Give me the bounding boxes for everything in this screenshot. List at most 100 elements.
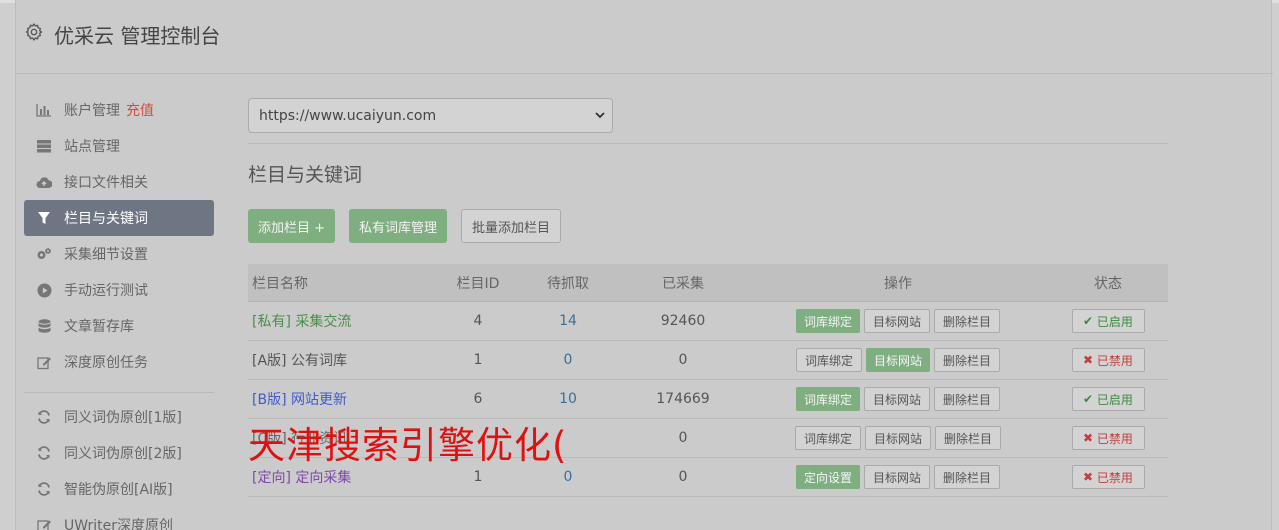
status-toggle[interactable]: ✔ 已启用 [1071, 387, 1145, 411]
header-status: 状态 [1094, 275, 1122, 292]
database-icon [36, 318, 52, 334]
table-row: [私有] 采集交流 4 14 92460 词库绑定 目标网站 删除栏目 ✔ 已启… [248, 302, 1168, 341]
column-tag: [私有] [252, 314, 291, 330]
check-icon: ✔ [1083, 314, 1097, 328]
table-row: [A版] 公有词库 1 0 0 词库绑定 目标网站 删除栏目 ✖ 已禁用 [248, 341, 1168, 380]
pending-count[interactable]: 0 [518, 469, 618, 485]
sidebar-item-collect-settings[interactable]: 采集细节设置 [24, 236, 214, 272]
collected-count: 0 [678, 469, 688, 485]
cogs-icon [36, 246, 52, 262]
column-name-cell[interactable]: [定向] 定向采集 [248, 467, 438, 487]
directed-settings-button[interactable]: 定向设置 [795, 465, 860, 489]
column-name: 采集交流 [295, 314, 352, 330]
sidebar-item-label: 智能伪原创[AI版] [64, 482, 173, 498]
sidebar-item-columns-keywords[interactable]: 栏目与关键词 [24, 200, 214, 236]
sidebar-item-sites[interactable]: 站点管理 [24, 128, 214, 164]
sidebar-item-interface-files[interactable]: 接口文件相关 [24, 164, 214, 200]
bind-lib-button[interactable]: 词库绑定 [795, 387, 860, 411]
play-circle-icon [36, 282, 52, 298]
add-column-button[interactable]: 添加栏目 + [248, 209, 336, 243]
delete-column-button[interactable]: 删除栏目 [934, 309, 1001, 333]
sidebar-item-account[interactable]: 账户管理 充值 [24, 92, 214, 128]
column-name: 公有词库 [290, 353, 347, 369]
delete-column-button[interactable]: 删除栏目 [935, 426, 1002, 450]
delete-column-button[interactable]: 删除栏目 [934, 348, 1001, 372]
cloud-upload-icon [36, 174, 52, 190]
bind-lib-button[interactable]: 词库绑定 [794, 426, 861, 450]
delete-column-button[interactable]: 删除栏目 [934, 387, 1001, 411]
collected-count: 0 [678, 352, 688, 368]
status-label: 已启用 [1096, 314, 1133, 329]
filter-icon [36, 210, 52, 226]
sidebar-item-label: 站点管理 [64, 139, 120, 155]
divider [248, 143, 1168, 144]
status-toggle[interactable]: ✖ 已禁用 [1071, 465, 1145, 489]
status-label: 已启用 [1096, 392, 1133, 407]
sidebar-item-label: UWriter深度原创 [64, 518, 173, 530]
target-site-button[interactable]: 目标网站 [864, 426, 931, 450]
column-name-cell[interactable]: [A版] 公有词库 [248, 350, 438, 370]
sidebar-item-label: 接口文件相关 [64, 175, 148, 191]
status-cell: ✖ 已禁用 [1048, 426, 1168, 450]
sidebar-item-synonym-v1[interactable]: 同义词伪原创[1版] [24, 399, 214, 435]
delete-column-button[interactable]: 删除栏目 [934, 465, 1001, 489]
row-operations: 词库绑定 目标网站 删除栏目 [748, 348, 1048, 372]
pending-count[interactable]: 14 [518, 313, 618, 329]
bind-lib-button[interactable]: 词库绑定 [795, 309, 860, 333]
sidebar-item-article-store[interactable]: 文章暂存库 [24, 308, 214, 344]
column-id: 4 [473, 313, 483, 329]
sidebar-item-uwriter[interactable]: UWriter深度原创 [24, 507, 214, 530]
status-toggle[interactable]: ✖ 已禁用 [1071, 426, 1145, 450]
pending-count[interactable]: 0 [518, 352, 618, 368]
column-tag: [定向] [252, 470, 291, 486]
private-lib-button[interactable]: 私有词库管理 [349, 209, 448, 243]
table-header: 栏目名称 栏目ID 待抓取 已采集 操作 状态 [248, 264, 1168, 302]
sidebar-item-synonym-v2[interactable]: 同义词伪原创[2版] [24, 435, 214, 471]
pending-count[interactable]: 10 [518, 391, 618, 407]
sidebar-item-deep-original[interactable]: 深度原创任务 [24, 344, 214, 380]
watermark-overlay: 天津搜索引擎优化( [248, 424, 568, 467]
check-icon: ✔ [1083, 392, 1097, 406]
recharge-link[interactable]: 充值 [126, 100, 154, 120]
sidebar-item-ai-rewrite[interactable]: 智能伪原创[AI版] [24, 471, 214, 507]
target-site-button[interactable]: 目标网站 [863, 387, 930, 411]
close-icon: ✖ [1083, 353, 1097, 367]
chevron-down-icon [595, 112, 605, 119]
site-select-value: https://www.ucaiyun.com [259, 107, 437, 124]
target-site-button[interactable]: 目标网站 [863, 465, 930, 489]
bind-lib-button[interactable]: 词库绑定 [795, 348, 862, 372]
status-label: 已禁用 [1096, 353, 1133, 368]
close-icon: ✖ [1083, 431, 1097, 445]
sidebar-item-label: 深度原创任务 [64, 355, 148, 371]
status-toggle[interactable]: ✖ 已禁用 [1071, 348, 1145, 372]
sidebar-item-label: 栏目与关键词 [64, 211, 148, 227]
column-name-cell[interactable]: [私有] 采集交流 [248, 311, 438, 331]
refresh-icon [36, 409, 52, 425]
target-site-button[interactable]: 目标网站 [865, 348, 930, 372]
bar-chart-icon [36, 102, 52, 118]
row-operations: 定向设置 目标网站 删除栏目 [748, 465, 1048, 489]
target-site-button[interactable]: 目标网站 [863, 309, 930, 333]
sidebar-divider [24, 392, 214, 393]
sidebar-item-manual-run[interactable]: 手动运行测试 [24, 272, 214, 308]
sidebar-item-label: 文章暂存库 [64, 319, 134, 335]
status-label: 已禁用 [1096, 431, 1133, 446]
sidebar-item-label: 同义词伪原创[2版] [64, 446, 182, 462]
status-toggle[interactable]: ✔ 已启用 [1071, 309, 1145, 333]
refresh-icon [36, 481, 52, 497]
header-collected: 已采集 [662, 275, 704, 292]
gear-icon [25, 22, 43, 42]
row-operations: 词库绑定 目标网站 删除栏目 [748, 309, 1048, 333]
column-tag: [B版] [252, 392, 287, 408]
column-id: 6 [473, 391, 483, 407]
site-select[interactable]: https://www.ucaiyun.com [248, 98, 613, 133]
column-name-cell[interactable]: [B版] 网站更新 [248, 389, 438, 409]
page-header: 优采云 管理控制台 [16, 0, 1273, 74]
header-operations: 操作 [884, 275, 912, 292]
sidebar-item-label: 手动运行测试 [64, 283, 148, 299]
batch-add-button[interactable]: 批量添加栏目 [461, 209, 562, 243]
status-cell: ✔ 已启用 [1048, 387, 1168, 411]
header-pending: 待抓取 [547, 275, 589, 292]
collected-count: 92460 [660, 313, 706, 329]
edit-icon [36, 517, 52, 530]
